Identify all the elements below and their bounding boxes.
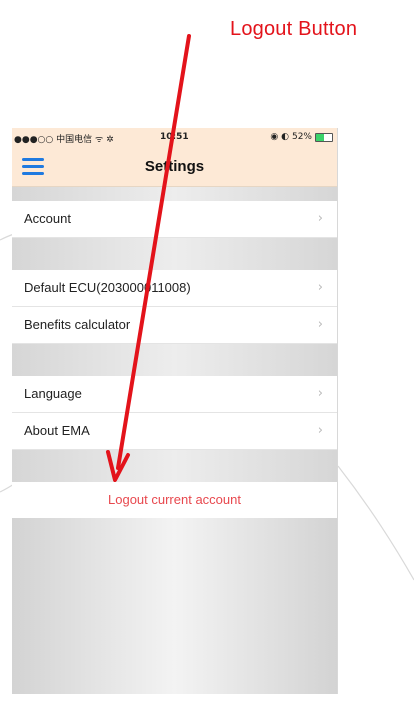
navigation-bar: Settings (12, 148, 337, 187)
settings-item-default-ecu[interactable]: Default ECU(203000011008) › (12, 270, 337, 307)
settings-item-label: Default ECU(203000011008) (24, 280, 191, 295)
logout-label: Logout current account (108, 492, 241, 507)
chevron-right-icon: › (317, 423, 323, 438)
chevron-right-icon: › (317, 280, 323, 295)
empty-content-area (12, 518, 337, 694)
annotation-label: Logout Button (230, 18, 358, 40)
carrier-signal: ●●●○○ 中国电信 ᯤ ✲ (14, 135, 114, 145)
phone-screen: ●●●○○ 中国电信 ᯤ ✲ 10:51 ◉ ◐ 52% Settings Ac… (12, 128, 338, 694)
page-title: Settings (144, 158, 205, 175)
section-separator (12, 187, 337, 201)
section-separator (12, 238, 337, 270)
settings-item-label: Benefits calculator (24, 317, 131, 332)
battery-fill (316, 133, 325, 141)
settings-item-account[interactable]: Account › (12, 201, 337, 238)
status-bar: ●●●○○ 中国电信 ᯤ ✲ 10:51 ◉ ◐ 52% (12, 128, 337, 148)
chevron-right-icon: › (317, 317, 323, 332)
settings-item-label: Account (24, 211, 71, 226)
settings-item-about-ema[interactable]: About EMA › (12, 413, 337, 450)
logout-button[interactable]: Logout current account (12, 482, 337, 518)
status-time: 10:51 (160, 132, 189, 142)
settings-item-benefits-calculator[interactable]: Benefits calculator › (12, 307, 337, 344)
battery-percent: 52% (291, 132, 312, 142)
settings-item-label: Language (24, 386, 82, 401)
settings-item-language[interactable]: Language › (12, 376, 337, 413)
location-alarm-icons: ◉ ◐ (270, 132, 289, 142)
section-separator (12, 344, 337, 376)
settings-item-label: About EMA (24, 423, 90, 438)
section-separator (12, 450, 337, 482)
status-right-icons: ◉ ◐ 52% (270, 132, 333, 142)
screenshot-stage: Logout Button ●●●○○ 中国电信 ᯤ ✲ 10:51 ◉ ◐ 5… (0, 0, 414, 702)
battery-icon (315, 132, 333, 142)
chevron-right-icon: › (317, 211, 323, 226)
chevron-right-icon: › (317, 386, 323, 401)
